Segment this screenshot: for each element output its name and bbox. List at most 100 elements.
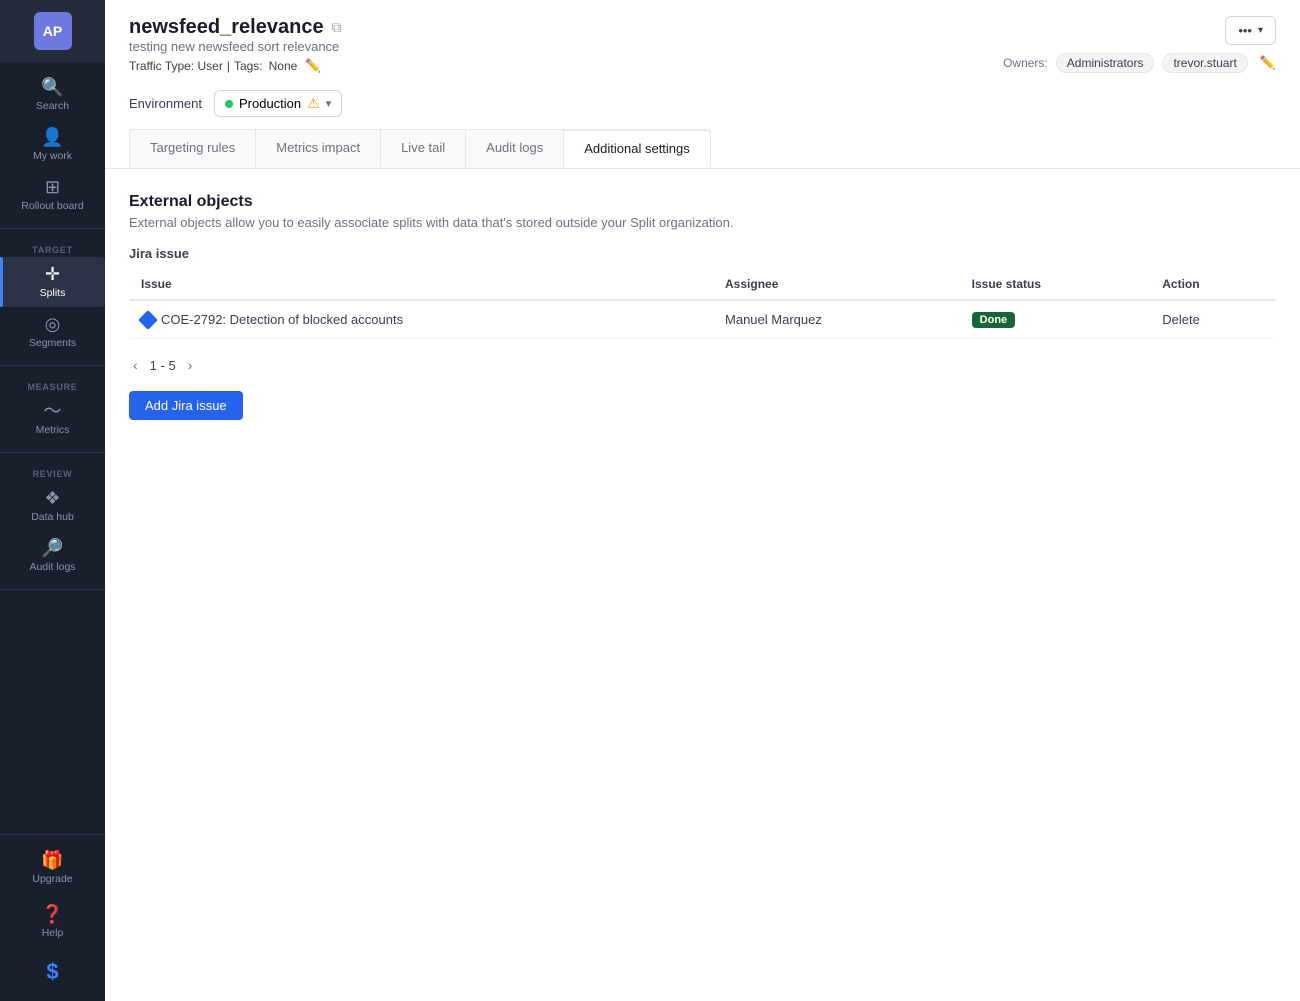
- sidebar-label-my-work: My work: [33, 150, 72, 162]
- table-header-row: Issue Assignee Issue status Action: [129, 269, 1276, 300]
- tab-additional-settings[interactable]: Additional settings: [564, 129, 711, 168]
- app-logo[interactable]: AP: [34, 12, 72, 50]
- tags-label: Tags:: [234, 59, 263, 73]
- search-icon: 🔍: [41, 78, 63, 96]
- header-right: ••• ▾ Owners: Administrators trevor.stua…: [1003, 16, 1276, 73]
- sidebar-item-rollout-board[interactable]: ⊞ Rollout board: [0, 170, 105, 220]
- header-left: newsfeed_relevance ⧉ testing new newsfee…: [129, 16, 342, 86]
- my-work-icon: 👤: [41, 128, 63, 146]
- cell-assignee: Manuel Marquez: [713, 300, 960, 339]
- sidebar-label-data-hub: Data hub: [31, 511, 74, 523]
- copy-icon[interactable]: ⧉: [332, 19, 342, 36]
- tab-label-additional-settings: Additional settings: [584, 141, 690, 156]
- env-warning-icon: ⚠: [307, 95, 320, 112]
- cell-issue: COE-2792: Detection of blocked accounts: [129, 300, 713, 339]
- tabs: Targeting rules Metrics impact Live tail…: [129, 129, 1276, 168]
- page-title: newsfeed_relevance: [129, 16, 324, 39]
- sidebar-item-my-work[interactable]: 👤 My work: [0, 120, 105, 170]
- col-action: Action: [1150, 269, 1276, 300]
- header-top: newsfeed_relevance ⧉ testing new newsfee…: [129, 16, 1276, 86]
- col-issue: Issue: [129, 269, 713, 300]
- edit-icon[interactable]: ✏️: [305, 58, 321, 74]
- segments-icon: ◎: [45, 315, 61, 333]
- sidebar-logo-area: AP: [0, 0, 105, 62]
- tab-label-live-tail: Live tail: [401, 140, 445, 155]
- env-status-dot: [225, 100, 233, 108]
- sidebar-item-segments[interactable]: ◎ Segments: [0, 307, 105, 357]
- dropdown-chevron: ▾: [1258, 25, 1263, 36]
- sidebar: AP 🔍 Search 👤 My work ⊞ Rollout board TA…: [0, 0, 105, 1001]
- jira-table: Issue Assignee Issue status Action COE-2…: [129, 269, 1276, 339]
- jira-diamond-icon: [138, 310, 158, 330]
- page-range: 1 - 5: [150, 358, 176, 373]
- sidebar-label-search: Search: [36, 100, 69, 112]
- cell-action: Delete: [1150, 300, 1276, 339]
- tags-value: None: [269, 59, 298, 73]
- issue-text: COE-2792: Detection of blocked accounts: [161, 312, 403, 327]
- header: newsfeed_relevance ⧉ testing new newsfee…: [105, 0, 1300, 169]
- status-badge: Done: [972, 312, 1016, 328]
- col-assignee: Assignee: [713, 269, 960, 300]
- owners-label: Owners:: [1003, 56, 1048, 70]
- tab-audit-logs[interactable]: Audit logs: [466, 129, 564, 168]
- prev-page-button[interactable]: ‹: [129, 355, 142, 375]
- data-hub-icon: ❖: [44, 489, 60, 507]
- sidebar-item-brand[interactable]: $: [0, 951, 105, 993]
- tab-label-targeting-rules: Targeting rules: [150, 140, 235, 155]
- sidebar-section-review: REVIEW ❖ Data hub 🔎 Audit logs: [0, 453, 105, 590]
- owner-administrators[interactable]: Administrators: [1056, 53, 1155, 73]
- sidebar-section-top: 🔍 Search 👤 My work ⊞ Rollout board: [0, 62, 105, 229]
- sidebar-label-upgrade: Upgrade: [32, 873, 72, 885]
- sidebar-item-data-hub[interactable]: ❖ Data hub: [0, 481, 105, 531]
- tab-label-metrics-impact: Metrics impact: [276, 140, 360, 155]
- sidebar-section-target: TARGET ✛ Splits ◎ Segments: [0, 229, 105, 366]
- sidebar-label-splits: Splits: [40, 287, 66, 299]
- sidebar-item-metrics[interactable]: 〜 Metrics: [0, 394, 105, 444]
- active-indicator: [0, 257, 3, 307]
- main-area: newsfeed_relevance ⧉ testing new newsfee…: [105, 0, 1300, 1001]
- tab-label-audit-logs: Audit logs: [486, 140, 543, 155]
- traffic-type-label: Traffic Type: User: [129, 59, 223, 73]
- sidebar-item-audit-logs[interactable]: 🔎 Audit logs: [0, 531, 105, 581]
- owner-trevor-stuart[interactable]: trevor.stuart: [1162, 53, 1247, 73]
- tab-metrics-impact[interactable]: Metrics impact: [256, 129, 381, 168]
- splits-icon: ✛: [45, 265, 60, 283]
- sidebar-item-upgrade[interactable]: 🎁 Upgrade: [0, 843, 105, 893]
- meta-separator: |: [227, 59, 230, 73]
- env-value: Production: [239, 96, 301, 111]
- section-header-review: REVIEW: [0, 461, 105, 481]
- add-jira-issue-button[interactable]: Add Jira issue: [129, 391, 243, 420]
- next-page-button[interactable]: ›: [184, 355, 197, 375]
- owners-row: Owners: Administrators trevor.stuart ✏️: [1003, 53, 1276, 73]
- section-header-target: TARGET: [0, 237, 105, 257]
- tab-live-tail[interactable]: Live tail: [381, 129, 466, 168]
- delete-button[interactable]: Delete: [1162, 312, 1200, 327]
- sidebar-label-audit-logs: Audit logs: [29, 561, 75, 573]
- jira-section-label: Jira issue: [129, 246, 1276, 261]
- sidebar-section-measure: MEASURE 〜 Metrics: [0, 366, 105, 453]
- environment-select[interactable]: Production ⚠ ▾: [214, 90, 342, 117]
- title-row: newsfeed_relevance ⧉: [129, 16, 342, 39]
- content-area: External objects External objects allow …: [105, 169, 1300, 1001]
- env-chevron-icon: ▾: [326, 97, 332, 110]
- table-row: COE-2792: Detection of blocked accounts …: [129, 300, 1276, 339]
- subtitle: testing new newsfeed sort relevance: [129, 39, 342, 54]
- sidebar-item-search[interactable]: 🔍 Search: [0, 70, 105, 120]
- owners-edit-icon[interactable]: ✏️: [1260, 55, 1276, 71]
- three-dots-button[interactable]: ••• ▾: [1225, 16, 1276, 45]
- sidebar-label-rollout-board: Rollout board: [21, 200, 83, 212]
- three-dots-label: •••: [1238, 23, 1252, 38]
- sidebar-label-help: Help: [42, 927, 64, 939]
- external-objects-title: External objects: [129, 193, 1276, 211]
- tab-targeting-rules[interactable]: Targeting rules: [129, 129, 256, 168]
- environment-row: Environment Production ⚠ ▾: [129, 90, 1276, 117]
- sidebar-label-segments: Segments: [29, 337, 76, 349]
- metrics-icon: 〜: [44, 402, 62, 420]
- jira-issue-link[interactable]: COE-2792: Detection of blocked accounts: [141, 312, 701, 327]
- brand-icon: $: [46, 959, 58, 985]
- pagination: ‹ 1 - 5 ›: [129, 355, 1276, 375]
- sidebar-item-splits[interactable]: ✛ Splits: [0, 257, 105, 307]
- sidebar-item-help[interactable]: ❓ Help: [0, 897, 105, 947]
- sidebar-bottom: 🎁 Upgrade ❓ Help $: [0, 834, 105, 1001]
- external-objects-desc: External objects allow you to easily ass…: [129, 215, 1276, 230]
